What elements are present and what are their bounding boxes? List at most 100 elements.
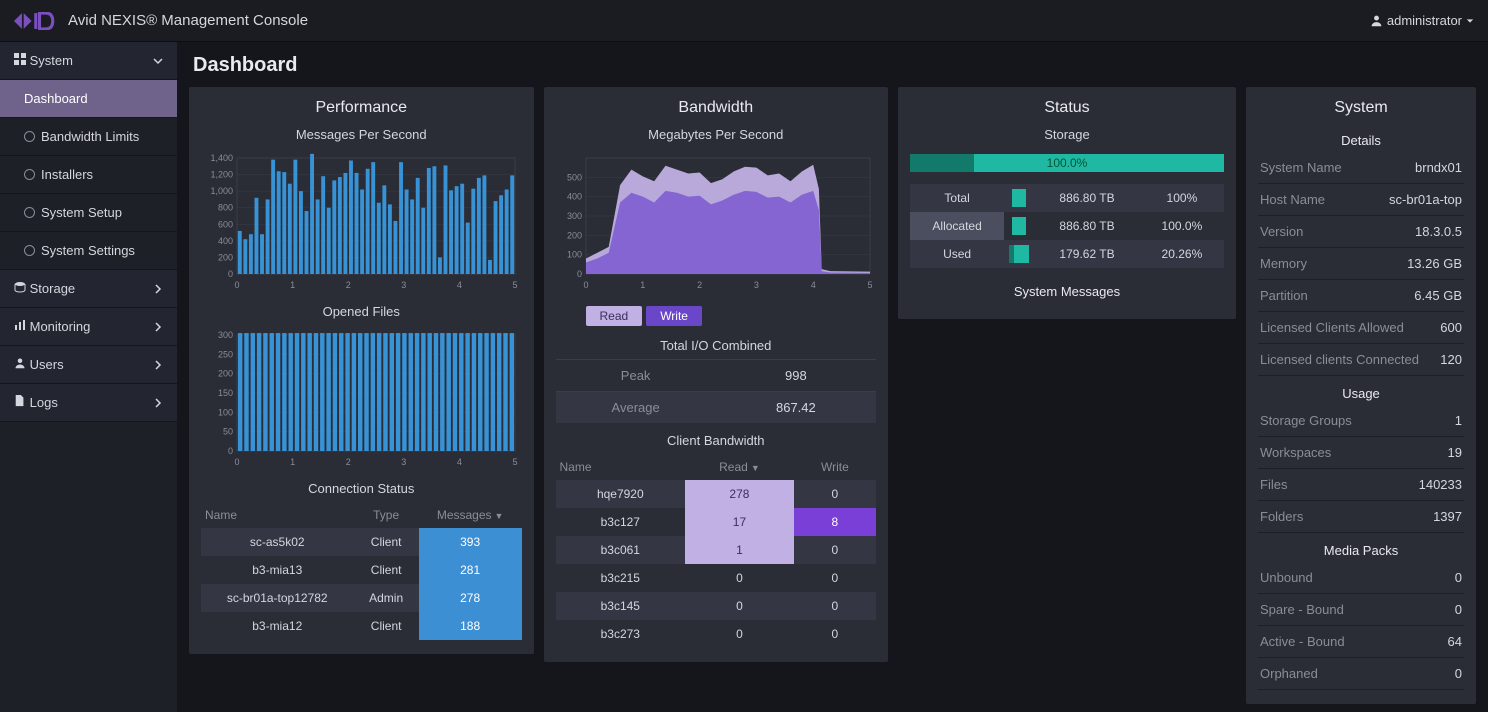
svg-text:1,200: 1,200 xyxy=(211,170,234,180)
kv-row: Workspaces19 xyxy=(1258,437,1464,469)
chart-title-mps: Messages Per Second xyxy=(201,127,522,142)
kv-value: 18.3.0.5 xyxy=(1415,224,1462,239)
nav-item-bandwidth-limits[interactable]: Bandwidth Limits xyxy=(0,118,177,156)
kv-key: Licensed clients Connected xyxy=(1260,352,1419,367)
nav-group-users[interactable]: Users xyxy=(0,346,177,384)
nav-group-system[interactable]: System xyxy=(0,42,177,80)
kv-value: 120 xyxy=(1440,352,1462,367)
kv-key: Licensed Clients Allowed xyxy=(1260,320,1404,335)
table-row[interactable]: hqe79202780 xyxy=(556,480,877,508)
tab-read[interactable]: Read xyxy=(586,306,643,326)
svg-text:250: 250 xyxy=(218,349,233,359)
connection-status-title: Connection Status xyxy=(201,481,522,496)
nav-item-dashboard[interactable]: Dashboard xyxy=(0,80,177,118)
chevron-right-icon xyxy=(153,398,163,408)
cell-type: Client xyxy=(353,528,418,556)
cell-write: 0 xyxy=(794,620,876,648)
table-row[interactable]: b3c127178 xyxy=(556,508,877,536)
kv-value: 140233 xyxy=(1419,477,1462,492)
usage-title: Usage xyxy=(1258,386,1464,401)
svg-text:3: 3 xyxy=(402,280,407,290)
nav-group-monitoring[interactable]: Monitoring xyxy=(0,308,177,346)
page-title: Dashboard xyxy=(193,54,1476,77)
peak-label: Peak xyxy=(556,368,716,383)
svg-text:0: 0 xyxy=(228,269,233,279)
table-row[interactable]: b3c06110 xyxy=(556,536,877,564)
nav-item-system-setup[interactable]: System Setup xyxy=(0,194,177,232)
tab-write[interactable]: Write xyxy=(646,306,702,326)
chart-messages-per-second: 02004006008001,0001,2001,400012345 xyxy=(201,152,521,292)
svg-text:200: 200 xyxy=(218,369,233,379)
mini-bar xyxy=(1004,184,1034,212)
nav-group-label: Storage xyxy=(30,281,76,296)
table-row[interactable]: b3c14500 xyxy=(556,592,877,620)
connection-status-table: Name Type Messages▼ sc-as5k02Client393b3… xyxy=(201,502,522,640)
svg-text:1,000: 1,000 xyxy=(211,186,234,196)
svg-text:3: 3 xyxy=(754,280,759,290)
chart-title-files: Opened Files xyxy=(201,304,522,319)
nav-item-label: Installers xyxy=(41,167,93,182)
nav-group-storage[interactable]: Storage xyxy=(0,270,177,308)
nav-item-installers[interactable]: Installers xyxy=(0,156,177,194)
client-bw-title: Client Bandwidth xyxy=(556,433,877,448)
performance-title: Performance xyxy=(201,99,522,117)
th-write[interactable]: Write xyxy=(794,454,876,480)
cell-read: 278 xyxy=(685,480,794,508)
nav-item-system-settings[interactable]: System Settings xyxy=(0,232,177,270)
svg-text:800: 800 xyxy=(218,203,233,213)
kv-row: Licensed Clients Allowed600 xyxy=(1258,312,1464,344)
table-row[interactable]: b3c27300 xyxy=(556,620,877,648)
nav-item-label: System Settings xyxy=(41,243,135,258)
nav-group-logs[interactable]: Logs xyxy=(0,384,177,422)
nav-item-label: Dashboard xyxy=(24,91,88,106)
cell-type: Admin xyxy=(353,584,418,612)
table-row[interactable]: sc-br01a-top12782Admin278 xyxy=(201,584,522,612)
kv-value: 1 xyxy=(1455,413,1462,428)
storage-label: Storage xyxy=(910,127,1224,142)
storage-bar-percent: 100.0% xyxy=(910,154,1224,172)
table-row[interactable]: b3c21500 xyxy=(556,564,877,592)
nav-group-label: Users xyxy=(30,357,64,372)
cell-name: b3c215 xyxy=(556,564,686,592)
svg-text:50: 50 xyxy=(223,427,233,437)
sidebar: System Dashboard Bandwidth Limits Instal… xyxy=(0,42,177,712)
kv-key: Version xyxy=(1260,224,1303,239)
kv-row: Spare - Bound0 xyxy=(1258,594,1464,626)
th-type[interactable]: Type xyxy=(353,502,418,528)
th-messages[interactable]: Messages▼ xyxy=(419,502,522,528)
user-icon xyxy=(14,357,26,369)
table-row[interactable]: b3-mia13Client281 xyxy=(201,556,522,584)
cell-name: hqe7920 xyxy=(556,480,686,508)
kv-value: 64 xyxy=(1448,634,1462,649)
th-read[interactable]: Read▼ xyxy=(685,454,794,480)
user-icon xyxy=(1370,14,1383,27)
nav-item-label: Bandwidth Limits xyxy=(41,129,139,144)
cell-write: 0 xyxy=(794,536,876,564)
svg-text:400: 400 xyxy=(567,192,582,202)
kv-value: 13.26 GB xyxy=(1407,256,1462,271)
cell-name: sc-br01a-top12782 xyxy=(201,584,353,612)
cell-pct: 20.26% xyxy=(1140,240,1224,268)
kv-row: Orphaned0 xyxy=(1258,658,1464,690)
nav-group-label: Logs xyxy=(30,395,58,410)
svg-text:1: 1 xyxy=(290,457,295,467)
svg-text:5: 5 xyxy=(867,280,872,290)
table-row[interactable]: b3-mia12Client188 xyxy=(201,612,522,640)
cell-read: 1 xyxy=(685,536,794,564)
svg-text:1,400: 1,400 xyxy=(211,153,234,163)
user-menu[interactable]: administrator xyxy=(1370,13,1474,28)
panel-status: Status Storage 100.0% Total886.80 TB100%… xyxy=(898,87,1236,319)
table-row: Used 179.62 TB20.26% xyxy=(910,240,1224,268)
th-name[interactable]: Name xyxy=(201,502,353,528)
cell-label: Used xyxy=(910,240,1004,268)
user-label: administrator xyxy=(1387,13,1462,28)
cell-value: 179.62 TB xyxy=(1034,240,1140,268)
ring-icon xyxy=(24,245,35,256)
media-packs-title: Media Packs xyxy=(1258,543,1464,558)
table-row[interactable]: sc-as5k02Client393 xyxy=(201,528,522,556)
cell-write: 0 xyxy=(794,480,876,508)
kv-value: sc-br01a-top xyxy=(1389,192,1462,207)
kv-value: 0 xyxy=(1455,602,1462,617)
th-name[interactable]: Name xyxy=(556,454,686,480)
kv-key: Files xyxy=(1260,477,1287,492)
